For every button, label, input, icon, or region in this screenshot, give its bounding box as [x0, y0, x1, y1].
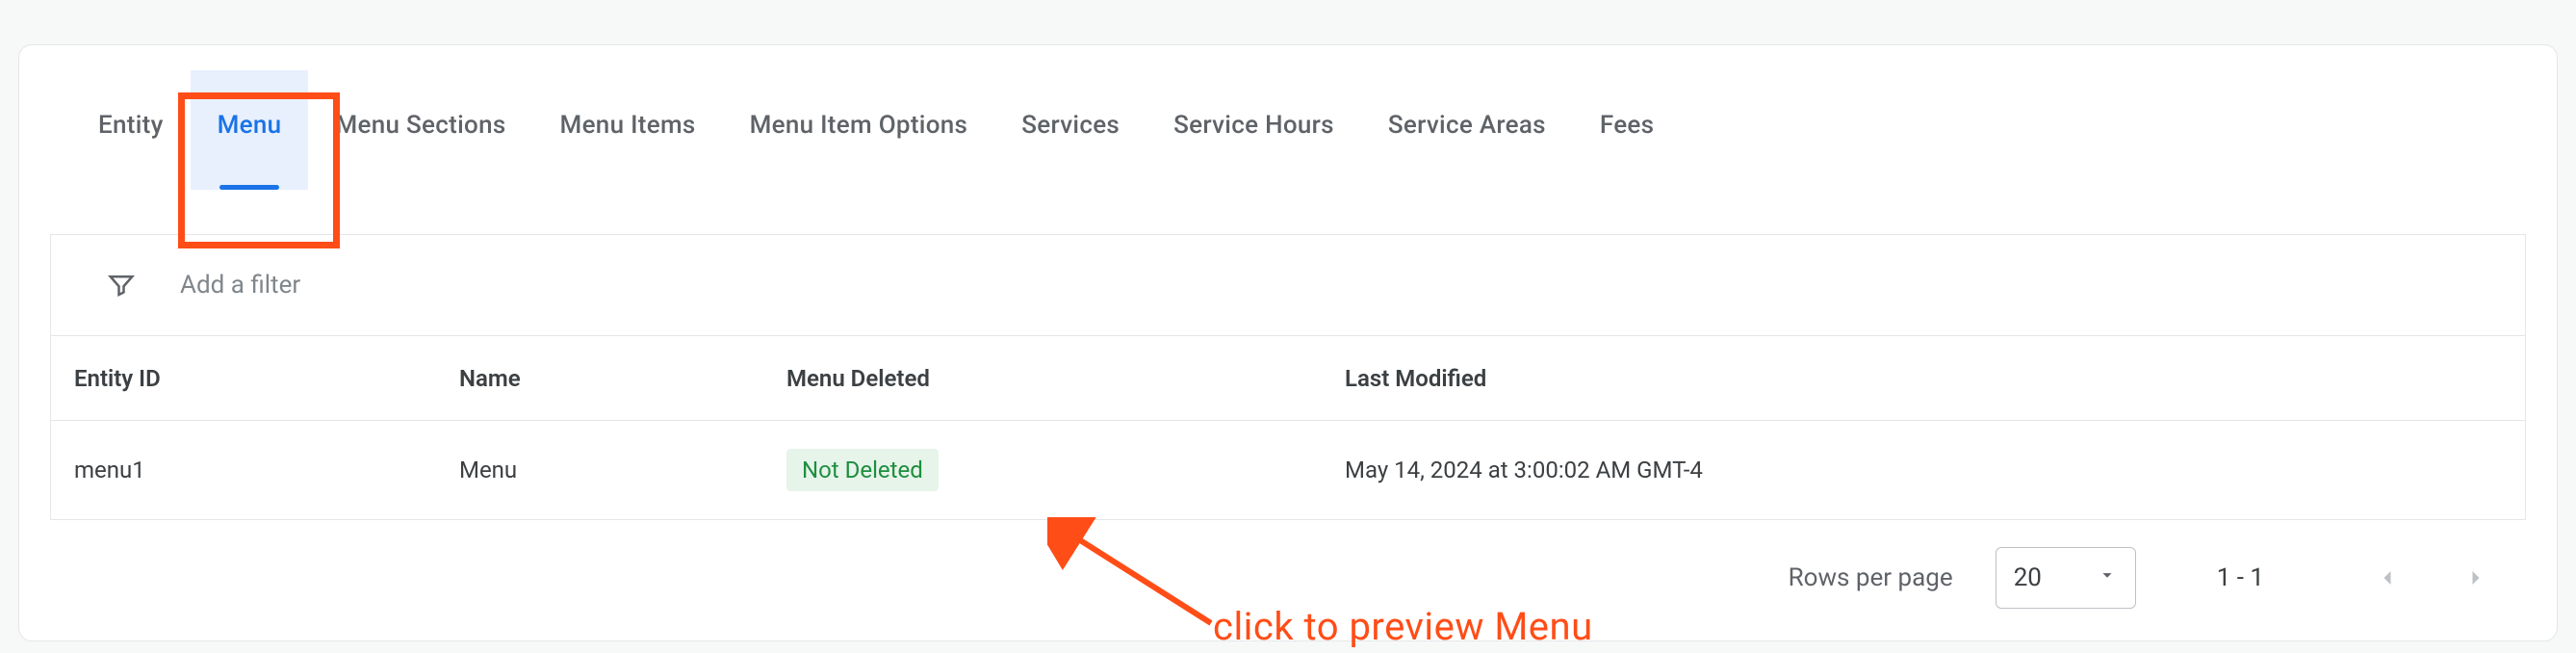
- pagination-bar: Rows per page 20 1 - 1: [19, 520, 2557, 609]
- col-header-entity-id[interactable]: Entity ID: [74, 365, 459, 392]
- col-header-name[interactable]: Name: [459, 365, 786, 392]
- tab-fees[interactable]: Fees: [1573, 70, 1682, 190]
- tab-menu-items[interactable]: Menu Items: [533, 70, 723, 190]
- pagination-range: 1 - 1: [2217, 563, 2264, 592]
- rows-per-page-select[interactable]: 20: [1996, 547, 2136, 609]
- card: Entity Menu Menu Sections Menu Items Men…: [18, 44, 2558, 641]
- tab-menu-item-options[interactable]: Menu Item Options: [723, 70, 995, 190]
- filter-icon: [107, 271, 136, 300]
- tab-menu[interactable]: Menu: [191, 70, 309, 190]
- table-row[interactable]: menu1 Menu Not Deleted May 14, 2024 at 3…: [51, 421, 2525, 519]
- tab-menu-sections[interactable]: Menu Sections: [308, 70, 532, 190]
- col-header-last-modified[interactable]: Last Modified: [1345, 365, 2502, 392]
- tab-entity[interactable]: Entity: [71, 70, 191, 190]
- filter-placeholder: Add a filter: [180, 271, 300, 300]
- tab-service-hours[interactable]: Service Hours: [1146, 70, 1361, 190]
- table-header-row: Entity ID Name Menu Deleted Last Modifie…: [51, 336, 2525, 421]
- annotation-text: click to preview Menu: [1213, 604, 1593, 649]
- not-deleted-badge: Not Deleted: [786, 449, 939, 491]
- filter-bar[interactable]: Add a filter: [50, 234, 2526, 336]
- next-page-button[interactable]: [2453, 555, 2499, 601]
- cell-entity-id: menu1: [74, 457, 459, 483]
- cell-last-modified: May 14, 2024 at 3:00:02 AM GMT-4: [1345, 457, 2502, 483]
- tab-services[interactable]: Services: [994, 70, 1146, 190]
- page-root: Entity Menu Menu Sections Menu Items Men…: [0, 0, 2576, 653]
- col-header-menu-deleted[interactable]: Menu Deleted: [786, 365, 1345, 392]
- cell-deleted: Not Deleted: [786, 449, 1345, 491]
- prev-page-button[interactable]: [2364, 555, 2410, 601]
- table: Entity ID Name Menu Deleted Last Modifie…: [50, 336, 2526, 520]
- tab-service-areas[interactable]: Service Areas: [1361, 70, 1573, 190]
- dropdown-icon: [2097, 563, 2118, 592]
- cell-name: Menu: [459, 457, 786, 483]
- rows-per-page-value: 20: [2014, 563, 2042, 592]
- rows-per-page-label: Rows per page: [1789, 563, 1953, 592]
- tab-bar: Entity Menu Menu Sections Menu Items Men…: [19, 45, 2557, 190]
